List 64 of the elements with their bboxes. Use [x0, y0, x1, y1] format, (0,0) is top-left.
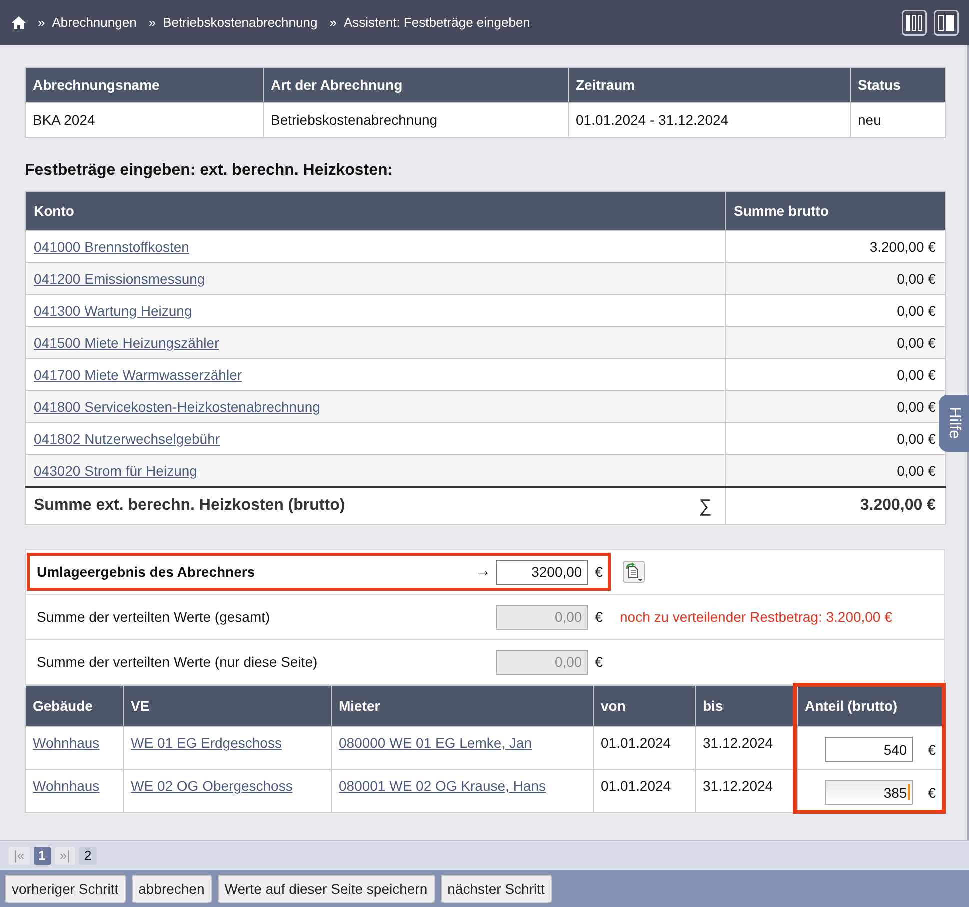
page-button[interactable]: 1 — [34, 846, 51, 864]
table-cell: Betriebskostenabrechnung — [264, 102, 568, 138]
currency-label: € — [595, 609, 603, 625]
field-label: Umlageergebnis des Abrechners — [37, 564, 256, 580]
breadcrumb-separator: » — [38, 15, 46, 30]
help-tab[interactable]: Hilfe — [939, 395, 969, 452]
account-link[interactable]: 041200 Emissionsmessung — [34, 270, 206, 286]
breadcrumb-separator: » — [148, 15, 156, 30]
amount-cell: 0,00 € — [726, 326, 946, 358]
column-header: bis — [696, 686, 798, 726]
text-cursor-icon — [908, 784, 910, 800]
currency-label: € — [595, 564, 603, 580]
breadcrumb-link[interactable]: Abrechnungen — [52, 15, 137, 30]
table-cell: 01.01.2024 — [594, 726, 696, 770]
breadcrumb-link[interactable]: Betriebskostenabrechnung — [163, 15, 318, 30]
currency-label: € — [595, 654, 603, 670]
breadcrumb-link[interactable]: Assistent: Festbeträge eingeben — [344, 15, 530, 30]
sum-symbol: ∑ — [699, 496, 712, 516]
table-cell: 31.12.2024 — [696, 770, 798, 812]
table-cell: 01.01.2024 — [594, 770, 696, 812]
account-link[interactable]: 041802 Nutzerwechselgebühr — [34, 430, 220, 446]
amount-cell: 0,00 € — [726, 454, 946, 487]
column-header: Konto — [26, 192, 726, 230]
currency-label: € — [928, 742, 936, 758]
account-link[interactable]: 041700 Miete Warmwasserzähler — [34, 366, 242, 382]
column-header: Status — [850, 68, 946, 102]
share-input[interactable]: 385 — [825, 780, 914, 805]
arrow-symbol: → — [475, 563, 492, 581]
column-header: VE — [124, 686, 332, 726]
field-label: Summe der verteilten Werte (gesamt) — [37, 609, 270, 625]
amount-cell: 0,00 € — [726, 262, 946, 294]
account-link[interactable]: 043020 Strom für Heizung — [34, 462, 198, 478]
table-cell: 01.01.2024 - 31.12.2024 — [568, 102, 850, 138]
total-label: Summe ext. berechn. Heizkosten (brutto) — [34, 497, 346, 515]
home-icon[interactable] — [12, 16, 26, 29]
wizard-button[interactable]: vorheriger Schritt — [5, 874, 126, 902]
amount-cell: 0,00 € — [726, 390, 946, 422]
column-header: Mieter — [332, 686, 594, 726]
wizard-button[interactable]: abbrechen — [132, 874, 212, 902]
two-columns-icon[interactable] — [934, 10, 959, 36]
three-columns-icon[interactable] — [902, 10, 927, 36]
currency-label: € — [928, 784, 936, 800]
page-button[interactable]: 2 — [79, 846, 97, 864]
amount-field[interactable]: 3200,00 — [496, 560, 588, 584]
column-header: Zeitraum — [568, 68, 850, 102]
wizard-button[interactable]: Werte auf dieser Seite speichern — [218, 874, 435, 902]
section-heading: Festbeträge eingeben: ext. berechn. Heizkosten: — [25, 161, 394, 181]
account-link[interactable]: 041300 Wartung Heizung — [34, 302, 192, 318]
table-cell: BKA 2024 — [26, 102, 264, 138]
account-link[interactable]: 041500 Miete Heizungszähler — [34, 334, 220, 350]
column-header: Summe brutto — [726, 192, 946, 230]
column-header: Art der Abrechnung — [264, 68, 568, 102]
column-header: Abrechnungsname — [26, 68, 264, 102]
wizard-button[interactable]: nächster Schritt — [440, 874, 552, 902]
remaining-amount-note: noch zu verteilender Restbetrag: 3.200,00 € — [620, 609, 892, 625]
breadcrumb-separator: » — [330, 15, 337, 30]
account-link[interactable]: 041000 Brennstoffkosten — [34, 238, 190, 254]
table-cell: neu — [850, 102, 946, 138]
column-header: von — [594, 686, 696, 726]
field-label: Summe der verteilten Werte (nur diese Seite) — [37, 654, 318, 670]
column-header: Gebäude — [26, 686, 124, 726]
share-input[interactable]: 540 — [825, 737, 914, 762]
table-cell: 31.12.2024 — [696, 726, 798, 770]
total-amount: 3.200,00 € — [726, 487, 946, 524]
